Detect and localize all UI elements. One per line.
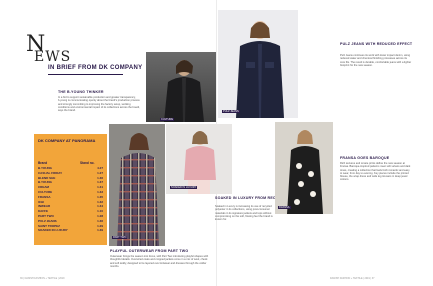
model-silhouette-icon (164, 60, 204, 122)
model-pink-top-icon (184, 131, 216, 194)
caption-fransa: FRANSA (278, 206, 291, 209)
col-brand-header: Brand (38, 161, 48, 165)
model-denim-jacket-icon (236, 21, 284, 118)
article-parttwo-body: Outerwear brings the season into focus, … (110, 255, 209, 268)
article-byoung-body: In a bid to support sustainable producti… (58, 96, 140, 113)
photo-parttwo-coat (109, 124, 165, 246)
photo-culture-jacket (146, 52, 216, 122)
col-stand-header: Stand no. (80, 161, 95, 165)
article-byoung-heading: THE B.YOUNG THINKER (58, 90, 104, 94)
article-pulz-heading: PULZ JEANS WITH REDUCED EFFECT (340, 42, 413, 46)
article-fransa-body: Rich textures and ornate prints define t… (340, 162, 411, 182)
news-logo-ews: EWS (34, 49, 72, 65)
model-check-coat-icon (117, 133, 159, 246)
caption-pulz: PULZ JEANS (222, 110, 240, 113)
caption-soaked: SOAKED IN LUXURY (170, 186, 198, 189)
photo-soaked-pink (166, 124, 232, 194)
stands-table: B.YOUNG 4.27 CASUAL FRIDAY 1.27 BLEND SHE 1… (38, 166, 103, 233)
subtitle-rule (48, 74, 123, 75)
caption-parttwo: PART TWO (112, 236, 128, 239)
article-fransa-heading: FRANSA GOES BAROQUE (340, 156, 390, 160)
folio-left: 36 | DANISH FASHION + TEXTILE | 2019 (20, 277, 65, 280)
model-print-dress-icon (287, 130, 323, 214)
article-parttwo-heading: PLAYFUL OUTERWEAR FROM PART TWO (110, 249, 189, 253)
caption-culture: CULTURE (160, 118, 175, 121)
photo-fransa-print (275, 122, 333, 214)
section-subtitle: IN BRIEF FROM DK COMPANY (48, 65, 143, 71)
table-row: SOAKED IN LUXURY 1.39 (38, 228, 103, 233)
article-pulz-body: Pulz Jeans continues its work with lower… (340, 54, 412, 67)
folio-right: DANISH FASHION + TEXTILE | 2019 | 37 (330, 277, 375, 280)
photo-pulz-denim (218, 10, 298, 118)
panorama-title: DK COMPANY AT PANORAMA (38, 138, 96, 143)
article-soaked-body: Soaked in Luxury is increasing its use o… (215, 205, 273, 222)
